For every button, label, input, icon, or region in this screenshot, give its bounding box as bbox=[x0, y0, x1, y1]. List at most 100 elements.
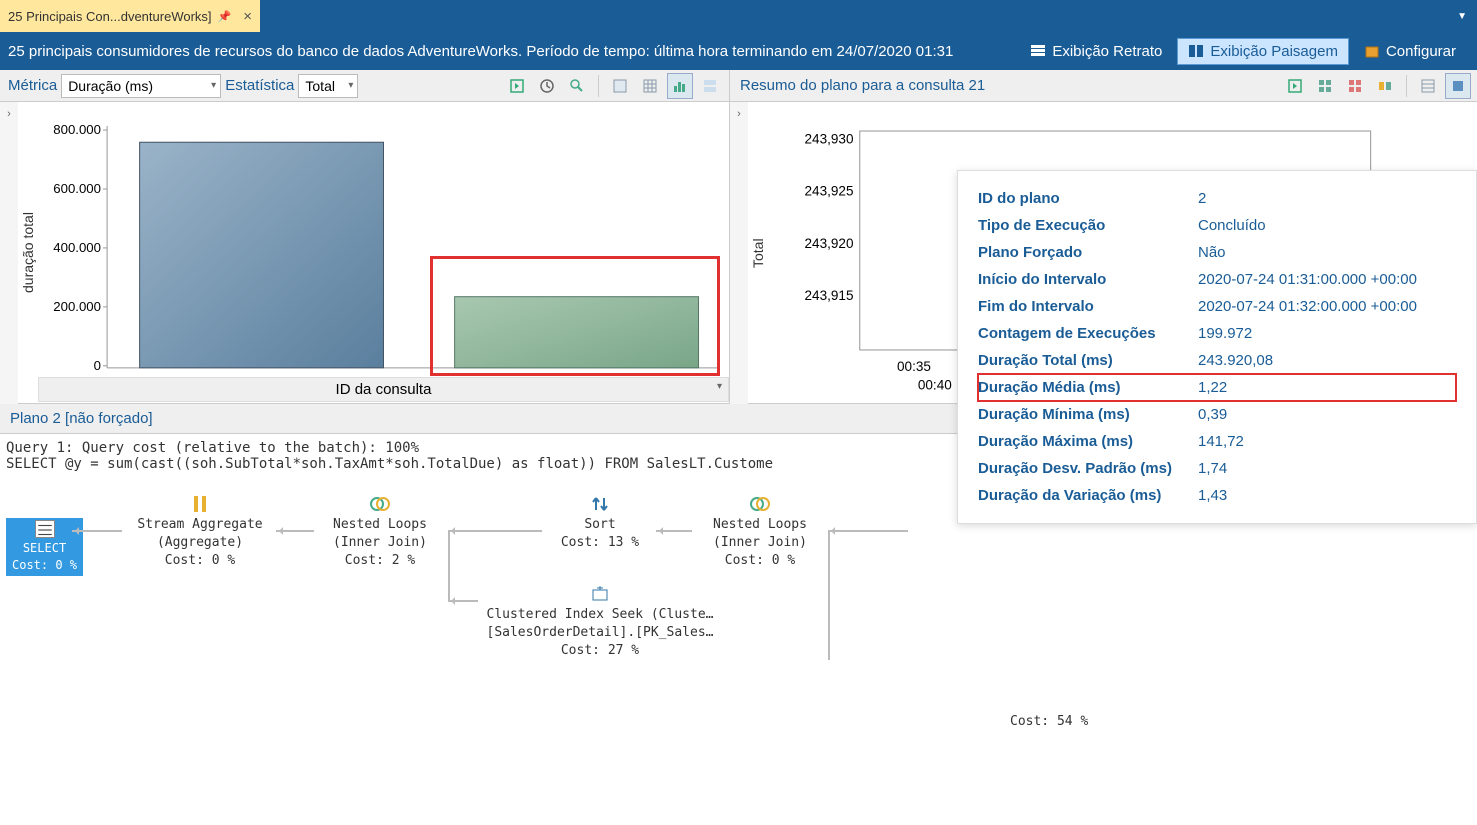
tooltip-key: Duração Desv. Padrão (ms) bbox=[978, 460, 1198, 477]
tab-expand-icon[interactable]: ▼ bbox=[1457, 11, 1467, 22]
right-toolbar: Resumo do plano para a consulta 21 bbox=[730, 70, 1477, 102]
tooltip-key: Duração Média (ms) bbox=[978, 379, 1198, 396]
svg-text:0: 0 bbox=[94, 358, 101, 373]
x-axis-select[interactable]: ID da consulta bbox=[38, 377, 729, 402]
tooltip-row: Contagem de Execuções199.972 bbox=[978, 320, 1456, 347]
unforce-plan-icon[interactable] bbox=[1342, 73, 1368, 99]
y-axis-label-right: Total bbox=[748, 102, 768, 404]
svg-text:00:40: 00:40 bbox=[918, 378, 952, 393]
plan-arrow bbox=[448, 530, 542, 532]
portrait-label: Exibição Retrato bbox=[1052, 43, 1162, 60]
collapse-right-icon[interactable]: › bbox=[730, 102, 748, 404]
plan-connector bbox=[448, 530, 450, 600]
tooltip-key: Duração Total (ms) bbox=[978, 352, 1198, 369]
svg-text:200.000: 200.000 bbox=[53, 299, 101, 314]
tooltip-value: 2 bbox=[1198, 190, 1456, 207]
plan-node-clustered-index-seek[interactable]: Clustered Index Seek (Cluste… [SalesOrde… bbox=[470, 584, 730, 661]
track-query-icon[interactable] bbox=[564, 73, 590, 99]
grid-view-icon[interactable] bbox=[637, 73, 663, 99]
tooltip-value: 0,39 bbox=[1198, 406, 1456, 423]
pin-icon[interactable]: 📌 bbox=[218, 10, 232, 23]
svg-text:400.000: 400.000 bbox=[53, 240, 101, 255]
tooltip-row: Duração Média (ms)1,22 bbox=[978, 374, 1456, 401]
tooltip-value: 1,43 bbox=[1198, 487, 1456, 504]
tooltip-value: 1,22 bbox=[1198, 379, 1456, 396]
tooltip-key: Fim do Intervalo bbox=[978, 298, 1198, 315]
right-toolbar-title: Resumo do plano para a consulta 21 bbox=[734, 77, 1280, 94]
landscape-icon bbox=[1188, 44, 1204, 58]
close-icon[interactable]: × bbox=[243, 8, 252, 25]
tooltip-value: 199.972 bbox=[1198, 325, 1456, 342]
left-toolbar: Métrica Duração (ms) Estatística Total bbox=[0, 70, 729, 102]
detail-grid-icon[interactable] bbox=[607, 73, 633, 99]
tooltip-row: Duração Mínima (ms)0,39 bbox=[978, 401, 1456, 428]
tooltip-key: Plano Forçado bbox=[978, 244, 1198, 261]
tooltip-row: Duração Máxima (ms)141,72 bbox=[978, 428, 1456, 455]
stat-select[interactable]: Total bbox=[298, 74, 358, 98]
tab-bar: 25 Principais Con...dventureWorks] 📌 × ▼ bbox=[0, 0, 1477, 32]
plan-node-sort[interactable]: Sort Cost: 13 % bbox=[540, 494, 660, 552]
plan-node-nested-loops-1[interactable]: Nested Loops (Inner Join) Cost: 2 % bbox=[310, 494, 450, 571]
tooltip-row: Duração Desv. Padrão (ms)1,74 bbox=[978, 455, 1456, 482]
configure-label: Configurar bbox=[1386, 43, 1456, 60]
left-pane: Métrica Duração (ms) Estatística Total ›… bbox=[0, 70, 730, 403]
tooltip-row: Plano ForçadoNão bbox=[978, 239, 1456, 266]
tooltip-row: Duração da Variação (ms)1,43 bbox=[978, 482, 1456, 509]
header-bar: 25 principais consumidores de recursos d… bbox=[0, 32, 1477, 70]
portrait-icon bbox=[1030, 44, 1046, 58]
svg-text:243,920: 243,920 bbox=[805, 236, 854, 251]
tooltip-key: Duração Máxima (ms) bbox=[978, 433, 1198, 450]
plan-arrow bbox=[448, 600, 478, 602]
grid-view-icon[interactable] bbox=[1415, 73, 1441, 99]
tooltip-row: ID do plano2 bbox=[978, 185, 1456, 212]
plan-arrow bbox=[828, 530, 908, 532]
left-chart: › duração total 0 200.000 400.000 600.00… bbox=[0, 102, 729, 404]
landscape-label: Exibição Paisagem bbox=[1210, 43, 1338, 60]
refresh-icon[interactable] bbox=[504, 73, 530, 99]
document-tab[interactable]: 25 Principais Con...dventureWorks] 📌 × bbox=[0, 0, 260, 32]
bar-21[interactable] bbox=[455, 297, 699, 368]
refresh-icon[interactable] bbox=[1282, 73, 1308, 99]
configure-button[interactable]: Configurar bbox=[1353, 38, 1467, 65]
force-plan-icon[interactable] bbox=[1312, 73, 1338, 99]
chart-view-icon[interactable] bbox=[667, 73, 693, 99]
plan-node-aggregate[interactable]: Stream Aggregate (Aggregate) Cost: 0 % bbox=[120, 494, 280, 571]
tooltip-value: 141,72 bbox=[1198, 433, 1456, 450]
compare-plans-icon[interactable] bbox=[1372, 73, 1398, 99]
svg-text:243,915: 243,915 bbox=[805, 288, 854, 303]
plan-tooltip: ID do plano2Tipo de ExecuçãoConcluídoPla… bbox=[957, 170, 1477, 524]
tooltip-value: 243.920,08 bbox=[1198, 352, 1456, 369]
tooltip-key: Duração da Variação (ms) bbox=[978, 487, 1198, 504]
svg-text:600.000: 600.000 bbox=[53, 181, 101, 196]
tooltip-row: Início do Intervalo2020-07-24 01:31:00.0… bbox=[978, 266, 1456, 293]
tooltip-key: Início do Intervalo bbox=[978, 271, 1198, 288]
svg-text:243,930: 243,930 bbox=[805, 132, 854, 147]
expand-pane-icon[interactable] bbox=[697, 73, 723, 99]
tooltip-value: Não bbox=[1198, 244, 1456, 261]
svg-text:243,925: 243,925 bbox=[805, 184, 854, 199]
bar-chart-svg: 0 200.000 400.000 600.000 800.000 bbox=[38, 102, 729, 404]
auto-refresh-icon[interactable] bbox=[534, 73, 560, 99]
chart-view-icon[interactable] bbox=[1445, 73, 1471, 99]
tooltip-value: 1,74 bbox=[1198, 460, 1456, 477]
tooltip-key: Duração Mínima (ms) bbox=[978, 406, 1198, 423]
collapse-left-icon[interactable]: › bbox=[0, 102, 18, 404]
plan-arrow bbox=[656, 530, 692, 532]
tooltip-key: Tipo de Execução bbox=[978, 217, 1198, 234]
gear-icon bbox=[1364, 44, 1380, 58]
tooltip-value: 2020-07-24 01:31:00.000 +00:00 bbox=[1198, 271, 1456, 288]
svg-text:800.000: 800.000 bbox=[53, 122, 101, 137]
landscape-view-button[interactable]: Exibição Paisagem bbox=[1177, 38, 1349, 65]
tooltip-row: Fim do Intervalo2020-07-24 01:32:00.000 … bbox=[978, 293, 1456, 320]
plan-node-nested-loops-2[interactable]: Nested Loops (Inner Join) Cost: 0 % bbox=[690, 494, 830, 571]
stat-label: Estatística bbox=[225, 77, 294, 94]
bar-13[interactable] bbox=[140, 142, 384, 368]
portrait-view-button[interactable]: Exibição Retrato bbox=[1019, 38, 1173, 65]
tooltip-row: Duração Total (ms)243.920,08 bbox=[978, 347, 1456, 374]
plan-arrow bbox=[72, 530, 122, 532]
page-title: 25 principais consumidores de recursos d… bbox=[8, 43, 1017, 60]
metric-select[interactable]: Duração (ms) bbox=[61, 74, 221, 98]
tooltip-row: Tipo de ExecuçãoConcluído bbox=[978, 212, 1456, 239]
tooltip-key: ID do plano bbox=[978, 190, 1198, 207]
cost-54-label: Cost: 54 % bbox=[1010, 714, 1088, 729]
